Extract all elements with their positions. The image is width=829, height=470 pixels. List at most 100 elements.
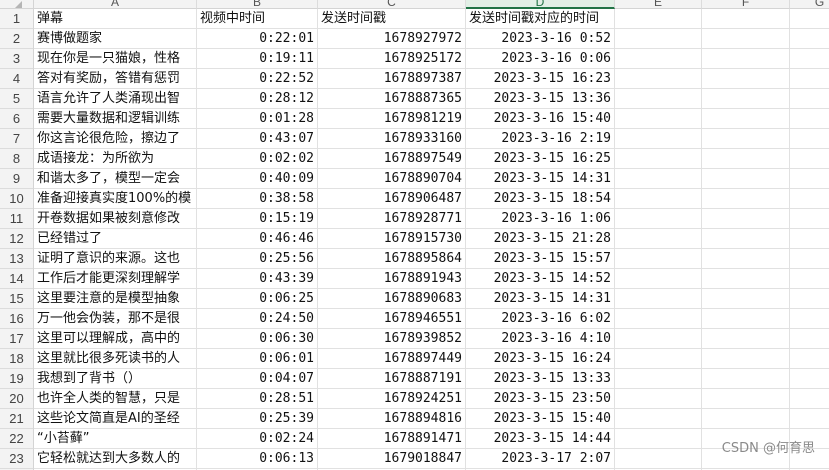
cell-d[interactable]: 2023-3-15 13:36 — [466, 89, 615, 109]
row-number[interactable]: 8 — [0, 149, 34, 169]
cell-d[interactable]: 2023-3-16 1:06 — [466, 209, 615, 229]
cell-c[interactable]: 1678915730 — [318, 229, 466, 249]
column-header-e[interactable]: E — [615, 0, 702, 9]
cell-a[interactable]: 和谐太多了，模型一定会 — [34, 169, 197, 189]
cell-c[interactable]: 1678897387 — [318, 69, 466, 89]
cell-b[interactable]: 0:40:09 — [197, 169, 318, 189]
cell-e[interactable] — [615, 29, 702, 49]
cell-d[interactable]: 2023-3-15 16:23 — [466, 69, 615, 89]
cell-e[interactable] — [615, 149, 702, 169]
cell-a[interactable]: 万一他会伪装，那不是很 — [34, 309, 197, 329]
cell-e[interactable] — [615, 289, 702, 309]
cell-e[interactable] — [615, 189, 702, 209]
row-number[interactable]: 13 — [0, 249, 34, 269]
cell-d[interactable]: 2023-3-15 15:57 — [466, 249, 615, 269]
cell-c[interactable]: 1678891943 — [318, 269, 466, 289]
cell-c[interactable]: 1678897549 — [318, 149, 466, 169]
cell-g[interactable] — [790, 169, 829, 189]
cell-d[interactable]: 发送时间戳对应的时间 — [466, 9, 615, 29]
cell-c[interactable]: 1678939852 — [318, 329, 466, 349]
cell-d[interactable]: 2023-3-15 14:44 — [466, 429, 615, 449]
cell-c[interactable]: 1678946551 — [318, 309, 466, 329]
cell-f[interactable] — [702, 49, 790, 69]
cell-f[interactable] — [702, 169, 790, 189]
cell-e[interactable] — [615, 389, 702, 409]
cell-d[interactable]: 2023-3-16 15:40 — [466, 109, 615, 129]
column-header-g[interactable]: G — [790, 0, 829, 9]
cell-c[interactable]: 1678890683 — [318, 289, 466, 309]
cell-g[interactable] — [790, 229, 829, 249]
cell-d[interactable]: 2023-3-16 4:10 — [466, 329, 615, 349]
cell-b[interactable]: 0:25:56 — [197, 249, 318, 269]
cell-d[interactable]: 2023-3-17 2:07 — [466, 449, 615, 469]
cell-b[interactable]: 0:28:12 — [197, 89, 318, 109]
cell-f[interactable] — [702, 269, 790, 289]
cell-e[interactable] — [615, 429, 702, 449]
cell-d[interactable]: 2023-3-15 15:40 — [466, 409, 615, 429]
cell-f[interactable] — [702, 329, 790, 349]
cell-b[interactable]: 0:06:01 — [197, 349, 318, 369]
cell-e[interactable] — [615, 89, 702, 109]
cell-d[interactable]: 2023-3-16 2:19 — [466, 129, 615, 149]
cell-b[interactable]: 0:22:52 — [197, 69, 318, 89]
cell-f[interactable] — [702, 349, 790, 369]
column-header-a[interactable]: A — [34, 0, 197, 9]
cell-a[interactable]: 弹幕 — [34, 9, 197, 29]
cell-e[interactable] — [615, 449, 702, 469]
cell-f[interactable] — [702, 109, 790, 129]
cell-f[interactable] — [702, 9, 790, 29]
cell-g[interactable] — [790, 309, 829, 329]
cell-a[interactable]: 成语接龙：为所欲为 — [34, 149, 197, 169]
cell-f[interactable] — [702, 209, 790, 229]
row-number[interactable]: 10 — [0, 189, 34, 209]
cell-b[interactable]: 0:43:39 — [197, 269, 318, 289]
cell-g[interactable] — [790, 209, 829, 229]
row-number[interactable]: 3 — [0, 49, 34, 69]
cell-a[interactable]: 需要大量数据和逻辑训练 — [34, 109, 197, 129]
cell-c[interactable]: 1678895864 — [318, 249, 466, 269]
cell-b[interactable]: 0:06:30 — [197, 329, 318, 349]
cell-f[interactable] — [702, 29, 790, 49]
row-number[interactable]: 19 — [0, 369, 34, 389]
cell-e[interactable] — [615, 9, 702, 29]
cell-f[interactable] — [702, 369, 790, 389]
cell-g[interactable] — [790, 129, 829, 149]
cell-a[interactable]: 准备迎接真实度100%的模 — [34, 189, 197, 209]
row-number[interactable]: 18 — [0, 349, 34, 369]
select-all-corner[interactable] — [0, 0, 34, 9]
cell-d[interactable]: 2023-3-15 14:31 — [466, 169, 615, 189]
cell-b[interactable]: 0:15:19 — [197, 209, 318, 229]
cell-b[interactable]: 0:43:07 — [197, 129, 318, 149]
cell-d[interactable]: 2023-3-15 14:52 — [466, 269, 615, 289]
cell-e[interactable] — [615, 249, 702, 269]
cell-a[interactable]: 我想到了背书（） — [34, 369, 197, 389]
cell-c[interactable]: 1678933160 — [318, 129, 466, 149]
row-number[interactable]: 9 — [0, 169, 34, 189]
cell-b[interactable]: 0:19:11 — [197, 49, 318, 69]
cell-d[interactable]: 2023-3-15 23:50 — [466, 389, 615, 409]
cell-a[interactable]: 它轻松就达到大多数人的 — [34, 449, 197, 469]
cell-e[interactable] — [615, 229, 702, 249]
cell-a[interactable]: 已经错过了 — [34, 229, 197, 249]
cell-f[interactable] — [702, 69, 790, 89]
cell-e[interactable] — [615, 49, 702, 69]
row-number[interactable]: 4 — [0, 69, 34, 89]
cell-b[interactable]: 0:06:25 — [197, 289, 318, 309]
cell-g[interactable] — [790, 29, 829, 49]
spreadsheet-grid[interactable]: ABCDEFG 1 弹幕 视频中时间 发送时间戳 发送时间戳对应的时间 2 赛博做题家 0:2… — [0, 0, 829, 470]
cell-c[interactable]: 1678897449 — [318, 349, 466, 369]
cell-a[interactable]: 这些论文简直是AI的圣经 — [34, 409, 197, 429]
cell-b[interactable]: 0:01:28 — [197, 109, 318, 129]
cell-e[interactable] — [615, 329, 702, 349]
cell-b[interactable]: 0:24:50 — [197, 309, 318, 329]
row-number[interactable]: 14 — [0, 269, 34, 289]
row-number[interactable]: 1 — [0, 9, 34, 29]
cell-f[interactable] — [702, 309, 790, 329]
cell-g[interactable] — [790, 49, 829, 69]
cell-d[interactable]: 2023-3-16 6:02 — [466, 309, 615, 329]
row-number[interactable]: 5 — [0, 89, 34, 109]
cell-g[interactable] — [790, 349, 829, 369]
cell-e[interactable] — [615, 349, 702, 369]
cell-d[interactable]: 2023-3-15 18:54 — [466, 189, 615, 209]
cell-g[interactable] — [790, 249, 829, 269]
